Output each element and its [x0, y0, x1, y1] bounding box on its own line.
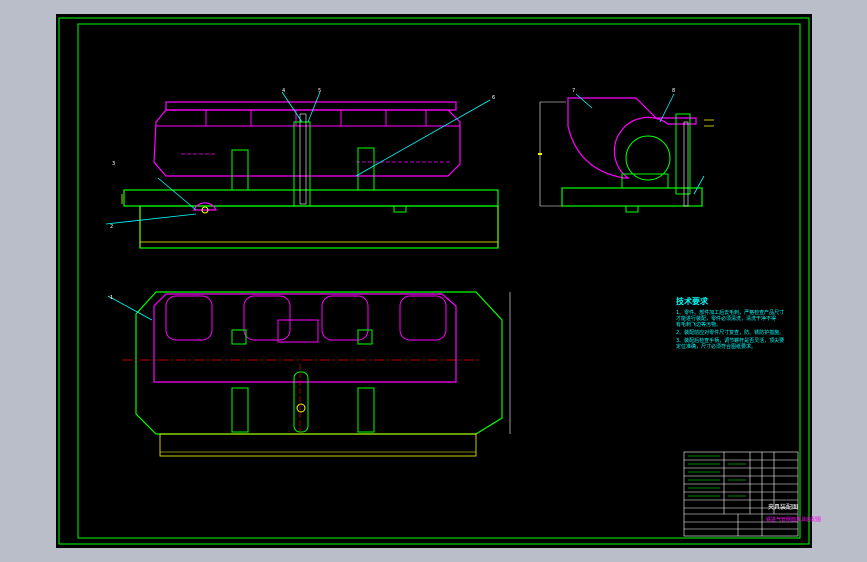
- tech-line: 有毛刺飞边等污物。: [676, 322, 722, 328]
- drawing-subtitle: 铣进气管侧面夹具装配图: [766, 517, 822, 523]
- front-view: [105, 91, 499, 249]
- title-block: [683, 451, 799, 537]
- balloon-6: 6: [492, 95, 495, 101]
- tech-requirements-title: 技术要求: [676, 297, 708, 306]
- balloon-4: 4: [282, 88, 285, 94]
- outer-frame: [58, 17, 810, 545]
- balloon-2: 2: [110, 224, 113, 230]
- top-view: [107, 291, 511, 457]
- balloon-7: 7: [572, 88, 575, 94]
- side-view: [538, 93, 714, 213]
- assembly-drawing: 1 2 3 4 5 6 7 8: [58, 17, 810, 545]
- tech-line: 2、装配前应对零件尺寸复查，防、锈防护措施。: [676, 330, 785, 336]
- part-balloons: 1 2 3 4 5 6 7 8: [110, 88, 675, 301]
- balloon-8: 8: [672, 88, 675, 94]
- drawing-title: 夹具装配图: [768, 504, 799, 511]
- inner-frame: [77, 23, 801, 539]
- tech-line: 定位准确，尺寸必须符合图纸要求。: [676, 344, 757, 350]
- cad-viewport[interactable]: 1 2 3 4 5 6 7 8 技术要求 1、零件、部件加工后去毛刺，严格检查产…: [56, 14, 821, 548]
- balloon-3: 3: [112, 161, 115, 167]
- balloon-5: 5: [318, 88, 321, 94]
- balloon-1: 1: [110, 295, 113, 301]
